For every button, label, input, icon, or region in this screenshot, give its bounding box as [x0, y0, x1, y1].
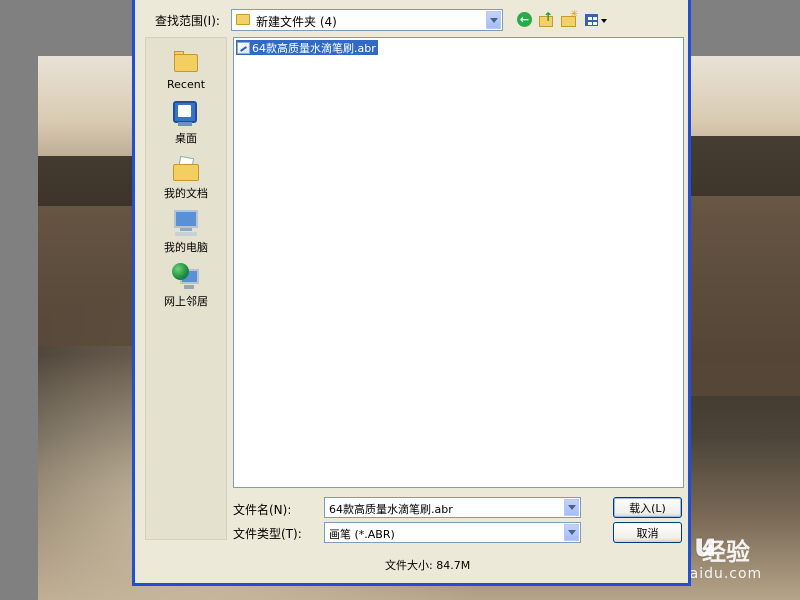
my-computer-icon: [172, 209, 200, 237]
up-folder-icon[interactable]: ↑: [539, 10, 557, 28]
back-icon[interactable]: ←: [517, 12, 535, 28]
network-places-icon: [172, 263, 200, 291]
place-my-documents[interactable]: 我的文档: [146, 155, 226, 201]
file-type-label: 文件类型(T):: [233, 527, 302, 541]
place-label: 网上邻居: [164, 295, 208, 308]
file-type-value: 画笔 (*.ABR): [329, 528, 395, 541]
place-label: Recent: [166, 78, 206, 91]
load-brush-dialog: 查找范围(I): 新建文件夹 (4) ← ↑ ✳ Recent 桌面 我的文档 …: [132, 0, 691, 586]
place-label: 桌面: [175, 132, 197, 145]
file-type-dropdown[interactable]: 画笔 (*.ABR): [324, 522, 581, 543]
folder-icon: [236, 14, 250, 25]
views-menu-icon[interactable]: [585, 12, 609, 28]
place-label: 我的电脑: [164, 241, 208, 254]
file-name-value: 64款高质量水滴笔刷.abr: [329, 503, 453, 516]
chevron-down-icon[interactable]: [486, 11, 501, 29]
load-button[interactable]: 载入(L): [613, 497, 682, 518]
new-folder-icon[interactable]: ✳: [561, 9, 579, 28]
file-name-field[interactable]: 64款高质量水滴笔刷.abr: [324, 497, 581, 518]
recent-folder-icon: [172, 48, 200, 76]
my-documents-icon: [172, 155, 200, 183]
place-label: 我的文档: [164, 187, 208, 200]
chevron-down-icon[interactable]: [564, 499, 579, 516]
place-my-computer[interactable]: 我的电脑: [146, 209, 226, 255]
file-name-label: 文件名(N):: [233, 503, 292, 517]
file-size-text: 文件大小: 84.7M: [385, 559, 471, 572]
place-recent[interactable]: Recent: [146, 48, 226, 91]
background-roof: [38, 156, 138, 206]
places-bar: Recent 桌面 我的文档 我的电脑 网上邻居: [145, 37, 227, 540]
look-in-value: 新建文件夹 (4): [256, 15, 337, 29]
cancel-button[interactable]: 取消: [613, 522, 682, 543]
file-name: 64款高质量水滴笔刷.abr: [252, 41, 376, 55]
brush-file-icon: [237, 41, 250, 54]
look-in-dropdown[interactable]: 新建文件夹 (4): [231, 9, 503, 31]
desktop-icon: [172, 100, 200, 128]
file-list[interactable]: 64款高质量水滴笔刷.abr: [233, 37, 684, 488]
chevron-down-icon[interactable]: [564, 524, 579, 541]
look-in-label: 查找范围(I):: [155, 14, 220, 28]
list-item[interactable]: 64款高质量水滴笔刷.abr: [236, 40, 378, 55]
place-network[interactable]: 网上邻居: [146, 263, 226, 309]
watermark-jingyan: 经验: [702, 538, 750, 566]
place-desktop[interactable]: 桌面: [146, 100, 226, 146]
background-building: [38, 206, 133, 346]
